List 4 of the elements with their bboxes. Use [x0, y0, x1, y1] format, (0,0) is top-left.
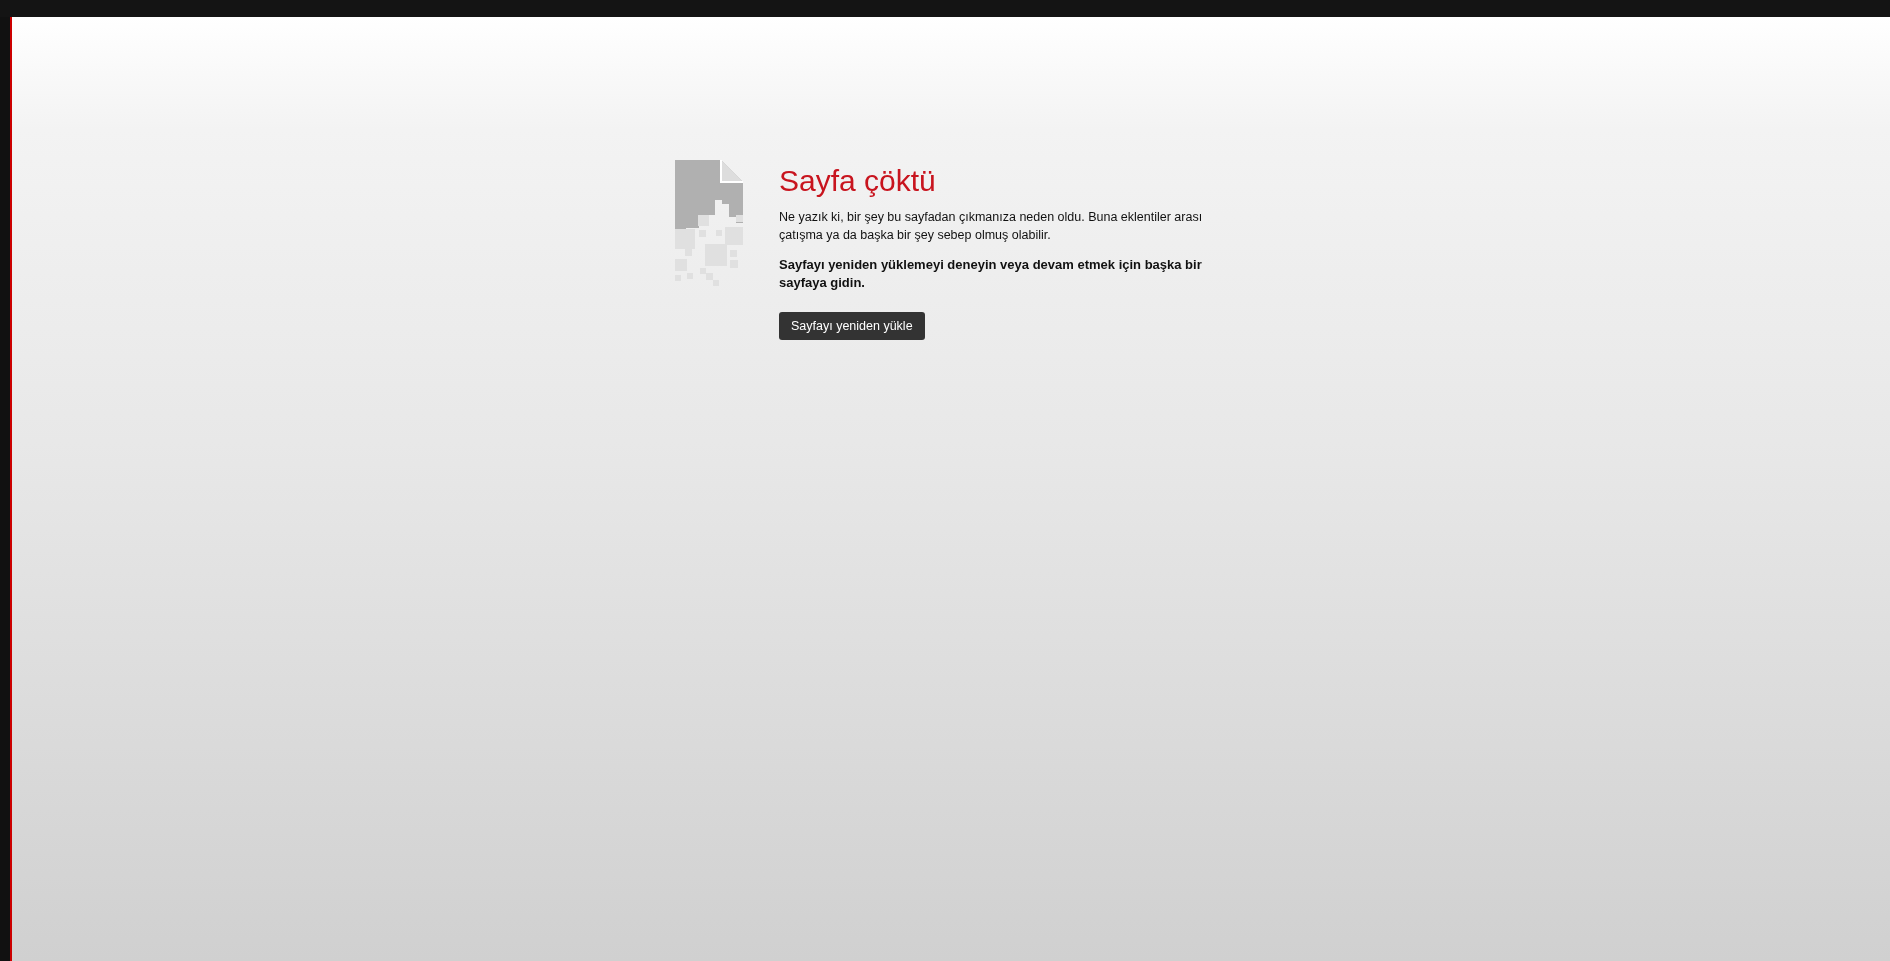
error-title: Sayfa çöktü	[779, 164, 936, 198]
advice-text: Sayfayı yeniden yüklemeyi deneyin veya devam etmek için başka bir sayfaya gidin.	[779, 256, 1203, 292]
reload-button[interactable]: Sayfayı yeniden yükle	[779, 312, 925, 340]
error-message: Ne yazık ki, bir şey bu sayfadan çıkmanıza neden oldu. Buna eklentiler arası çatışma ya da başka bir şey sebep olmuş olabilir.	[779, 209, 1204, 244]
